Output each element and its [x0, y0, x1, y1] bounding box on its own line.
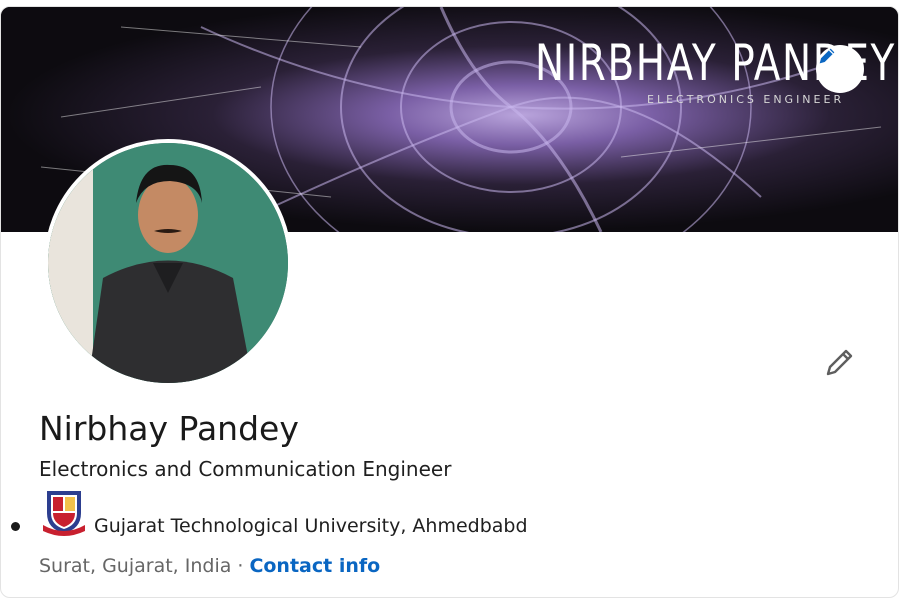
university-crest-icon[interactable]	[41, 485, 87, 537]
edit-banner-button[interactable]	[816, 45, 864, 93]
profile-name: Nirbhay Pandey	[39, 409, 299, 448]
contact-info-link[interactable]: Contact info	[249, 555, 380, 577]
location-row: Surat, Gujarat, India · Contact info	[39, 555, 380, 577]
profile-headline: Electronics and Communication Engineer	[39, 457, 452, 481]
education-school[interactable]: Gujarat Technological University, Ahmedb…	[94, 515, 528, 537]
banner-subtitle: ELECTRONICS ENGINEER	[647, 93, 845, 106]
pencil-icon	[819, 48, 835, 64]
separator-dot: ·	[237, 555, 244, 577]
list-bullet	[11, 522, 20, 531]
profile-photo[interactable]	[44, 139, 292, 387]
profile-card: NIRBHAY PANDEY ELECTRONICS ENGINEER Nirb…	[0, 6, 899, 598]
pencil-icon	[826, 349, 853, 376]
avatar-image	[48, 143, 288, 383]
profile-location: Surat, Gujarat, India	[39, 555, 232, 577]
edit-intro-button[interactable]	[817, 341, 861, 385]
